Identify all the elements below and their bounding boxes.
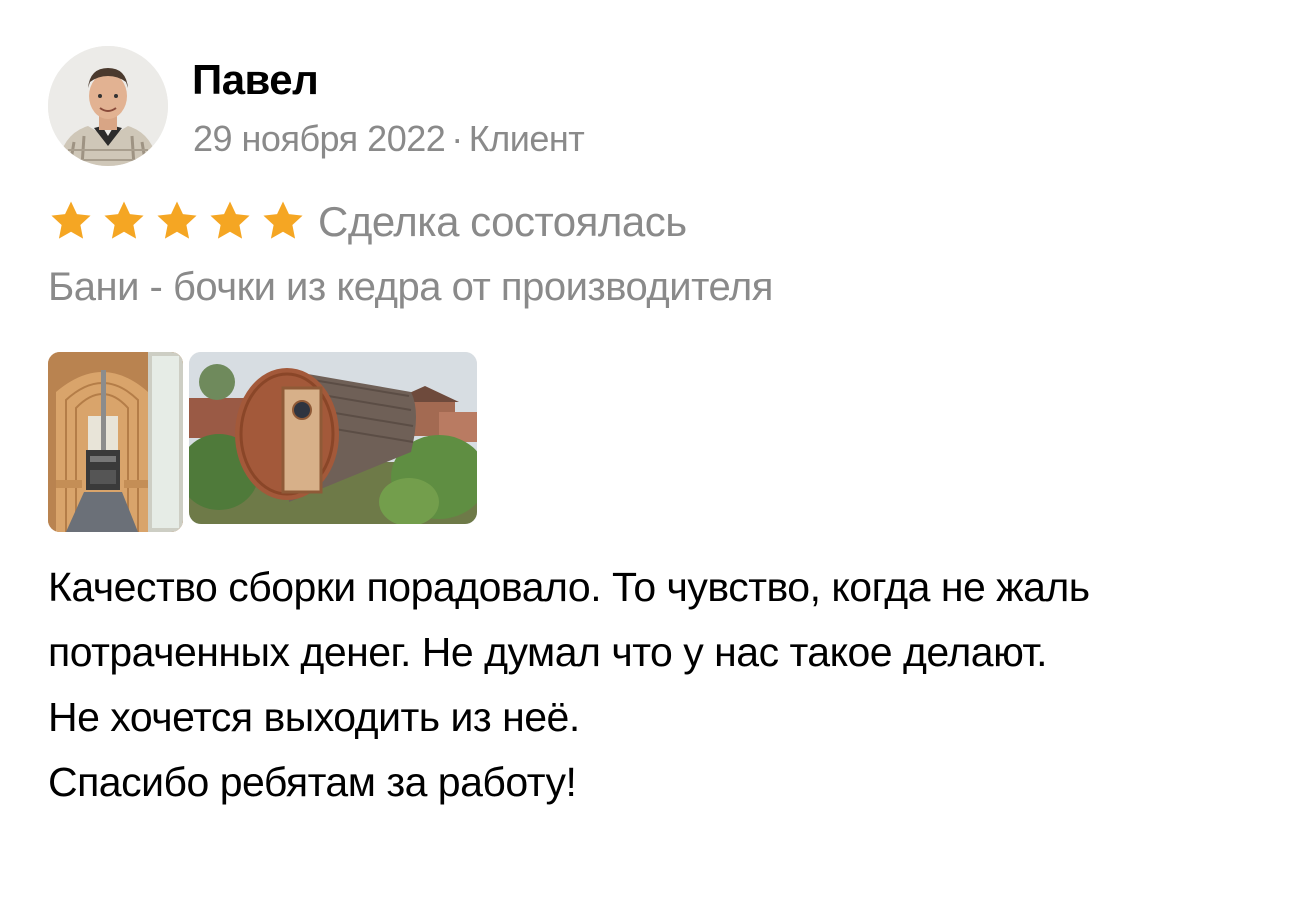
author-role: Клиент bbox=[468, 118, 585, 159]
review-meta: 29 ноября 2022 · Клиент bbox=[193, 118, 585, 160]
star-icon bbox=[48, 198, 94, 244]
review-card: Павел 29 ноября 2022 · Клиент Сделка состо… bbox=[0, 0, 1290, 901]
rating-stars bbox=[48, 198, 306, 244]
star-icon bbox=[154, 198, 200, 244]
avatar[interactable] bbox=[48, 46, 168, 166]
author-name[interactable]: Павел bbox=[192, 56, 319, 104]
barrel-sauna-exterior-photo[interactable] bbox=[189, 352, 477, 524]
review-date: 29 ноября 2022 bbox=[193, 118, 446, 159]
star-icon bbox=[101, 198, 147, 244]
sauna-interior-photo[interactable] bbox=[48, 352, 183, 532]
star-icon bbox=[260, 198, 306, 244]
meta-separator: · bbox=[451, 118, 463, 159]
star-icon bbox=[207, 198, 253, 244]
review-paragraph: Качество сборки порадовало. То чувство, … bbox=[48, 564, 1090, 675]
product-title[interactable]: Бани - бочки из кедра от производителя bbox=[48, 265, 773, 310]
deal-status: Сделка состоялась bbox=[318, 198, 687, 245]
review-paragraph: Не хочется выходить из неё. bbox=[48, 694, 580, 740]
review-paragraph: Спасибо ребятам за работу! bbox=[48, 759, 577, 805]
review-text: Качество сборки порадовало. То чувство, … bbox=[48, 555, 1248, 815]
